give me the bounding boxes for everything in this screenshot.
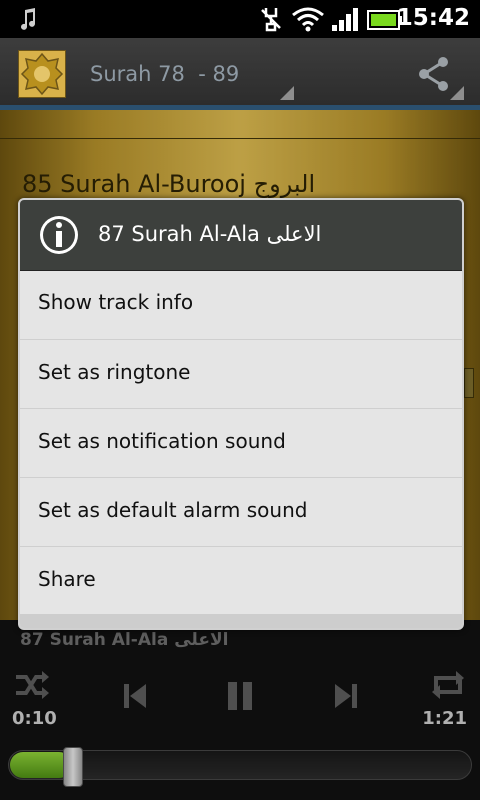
share-icon[interactable] <box>416 56 452 92</box>
menu-item-show-track-info[interactable]: Show track info <box>20 270 462 338</box>
menu-item-set-alarm[interactable]: Set as default alarm sound <box>20 477 462 545</box>
dialog-title: 87 Surah Al-Ala الاعلى <box>98 222 322 246</box>
wifi-icon <box>292 7 324 32</box>
menu-item-label: Set as ringtone <box>38 360 191 384</box>
action-bar: Surah 78 - 89 <box>0 38 480 110</box>
usb-debug-icon <box>261 8 281 32</box>
menu-item-set-notification[interactable]: Set as notification sound <box>20 408 462 476</box>
dialog-header: 87 Surah Al-Ala الاعلى <box>20 200 462 271</box>
menu-item-label: Show track info <box>38 290 194 314</box>
info-icon <box>40 216 78 254</box>
menu-item-label: Set as default alarm sound <box>38 498 308 522</box>
menu-item-label: Set as notification sound <box>38 429 286 453</box>
dialog-footer <box>20 614 462 628</box>
share-dropdown-indicator <box>450 86 464 100</box>
menu-item-share[interactable]: Share <box>20 546 462 614</box>
menu-item-label: Share <box>38 567 96 591</box>
track-context-menu: 87 Surah Al-Ala الاعلى Show track info S… <box>18 198 464 630</box>
music-note-icon <box>21 8 35 30</box>
signal-icon <box>332 8 358 31</box>
quran-icon[interactable] <box>18 50 66 98</box>
clock: 15:42 <box>396 5 470 31</box>
title-dropdown-indicator <box>280 86 294 100</box>
status-bar: 15:42 <box>0 0 480 38</box>
menu-item-set-ringtone[interactable]: Set as ringtone <box>20 339 462 407</box>
playlist-title[interactable]: Surah 78 - 89 <box>90 62 239 86</box>
